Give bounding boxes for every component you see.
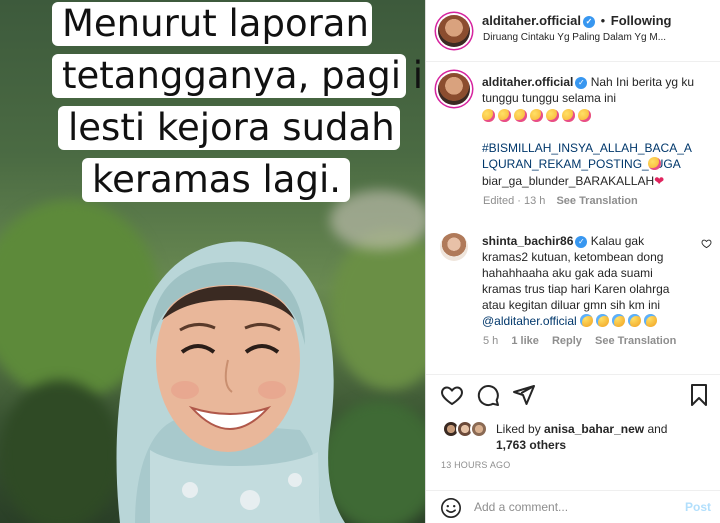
comment-line: atau kegitan diluar gmn sih km ini — [482, 298, 661, 312]
separator: • — [600, 13, 606, 28]
party-emoji-icon — [514, 109, 527, 122]
post-image[interactable]: Menurut laporan tetangganya, pagi ini le… — [0, 0, 425, 523]
comment-likes[interactable]: 1 like — [511, 335, 539, 347]
liked-by-user[interactable]: anisa_bahar_new — [544, 422, 644, 436]
caption-time[interactable]: Edited · 13 h — [483, 195, 545, 207]
comment-username[interactable]: shinta_bachir86 — [482, 234, 573, 248]
bookmark-icon[interactable] — [687, 383, 711, 407]
liked-by-prefix: Liked by — [496, 422, 541, 436]
post-comment-button[interactable]: Post — [685, 500, 711, 514]
username-text[interactable]: alditaher.official — [482, 13, 581, 28]
post-sidebar: alditaher.official ✓ • Following Diruang … — [425, 0, 720, 523]
reply-button[interactable]: Reply — [552, 335, 582, 347]
post-actions: Liked by anisa_bahar_new and 1,763 other… — [426, 374, 720, 523]
verified-icon: ✓ — [575, 236, 588, 248]
avatar[interactable] — [438, 15, 470, 47]
see-translation-link[interactable]: See Translation — [556, 195, 637, 207]
comment-line: kramas trus tiap hari Karen olahrga — [482, 282, 670, 296]
comment-line: kramas2 kutuan, ketombean dong — [482, 250, 664, 264]
verified-icon: ✓ — [575, 77, 588, 89]
caption-hashtag-emoji — [648, 156, 664, 172]
party-emoji-icon — [482, 109, 495, 122]
party-emoji-icon — [562, 109, 575, 122]
rofl-emoji-icon — [596, 314, 610, 327]
caption-meta: Edited · 13 h See Translation — [483, 195, 638, 207]
caption-text: alditaher.official ✓ Nah Ini berita yg ku… — [482, 74, 707, 106]
avatar[interactable] — [438, 73, 470, 105]
like-heart-icon[interactable] — [440, 383, 464, 407]
party-emoji-icon — [530, 109, 543, 122]
add-comment-bar: Post — [426, 490, 720, 523]
avatar[interactable] — [440, 233, 468, 261]
mention-link[interactable]: @alditaher.official — [482, 314, 577, 328]
party-emoji-icon — [578, 109, 591, 122]
caption-line2: biar_ga_blunder_BARAKALLAH❤ — [482, 173, 664, 189]
rofl-emoji-icon — [628, 314, 642, 327]
liked-by-text: Liked by anisa_bahar_new and 1,763 other… — [496, 421, 706, 453]
comment-input[interactable] — [474, 500, 674, 514]
comment-text: shinta_bachir86 ✓ Kalau gak — [482, 233, 697, 249]
comment-mention-line: @alditaher.official — [482, 313, 660, 329]
liker-avatar[interactable] — [470, 420, 488, 438]
rofl-emoji-icon — [580, 314, 594, 327]
post-timestamp[interactable]: 13 HOURS AGO — [441, 460, 510, 470]
caption-line2-text: biar_ga_blunder_BARAKALLAH — [482, 174, 655, 188]
see-translation-link[interactable]: See Translation — [595, 335, 676, 347]
share-send-icon[interactable] — [512, 383, 536, 407]
comment-time[interactable]: 5 h — [483, 335, 498, 347]
rofl-emoji-icon — [644, 314, 658, 327]
comment-bubble-icon[interactable] — [476, 383, 500, 407]
party-emoji-icon — [546, 109, 559, 122]
image-caption-line: tetangganya, pagi ini — [52, 54, 425, 98]
comments-list: alditaher.official ✓ Nah Ini berita yg ku… — [426, 63, 720, 373]
rofl-emoji-icon — [612, 314, 626, 327]
emoji-picker-icon[interactable] — [440, 497, 462, 519]
liked-by-others[interactable]: 1,763 others — [496, 438, 566, 452]
post-header-username[interactable]: alditaher.official ✓ • Following — [482, 13, 671, 28]
liked-by-and: and — [647, 422, 668, 436]
comment-line: hahahhaaha aku gak ada suami — [482, 266, 653, 280]
verified-icon: ✓ — [582, 16, 595, 28]
location-link[interactable]: Diruang Cintaku Yg Paling Dalam Yg M... — [483, 32, 666, 43]
caption-username[interactable]: alditaher.official — [482, 75, 573, 89]
following-button[interactable]: Following — [611, 13, 672, 28]
caption-emojis — [482, 108, 594, 124]
image-caption-line: lesti kejora sudah — [58, 106, 400, 150]
comment-line: Kalau gak — [590, 234, 645, 248]
post-header: alditaher.official ✓ • Following Diruang … — [426, 0, 720, 62]
heart-outline-icon[interactable] — [701, 238, 712, 249]
comment-meta: 5 h 1 like Reply See Translation — [483, 335, 676, 347]
image-caption-line: keramas lagi. — [82, 158, 350, 202]
party-emoji-icon — [648, 157, 661, 170]
image-caption-line: Menurut laporan — [52, 2, 372, 46]
party-emoji-icon — [498, 109, 511, 122]
heart-emoji-icon: ❤ — [654, 174, 665, 188]
